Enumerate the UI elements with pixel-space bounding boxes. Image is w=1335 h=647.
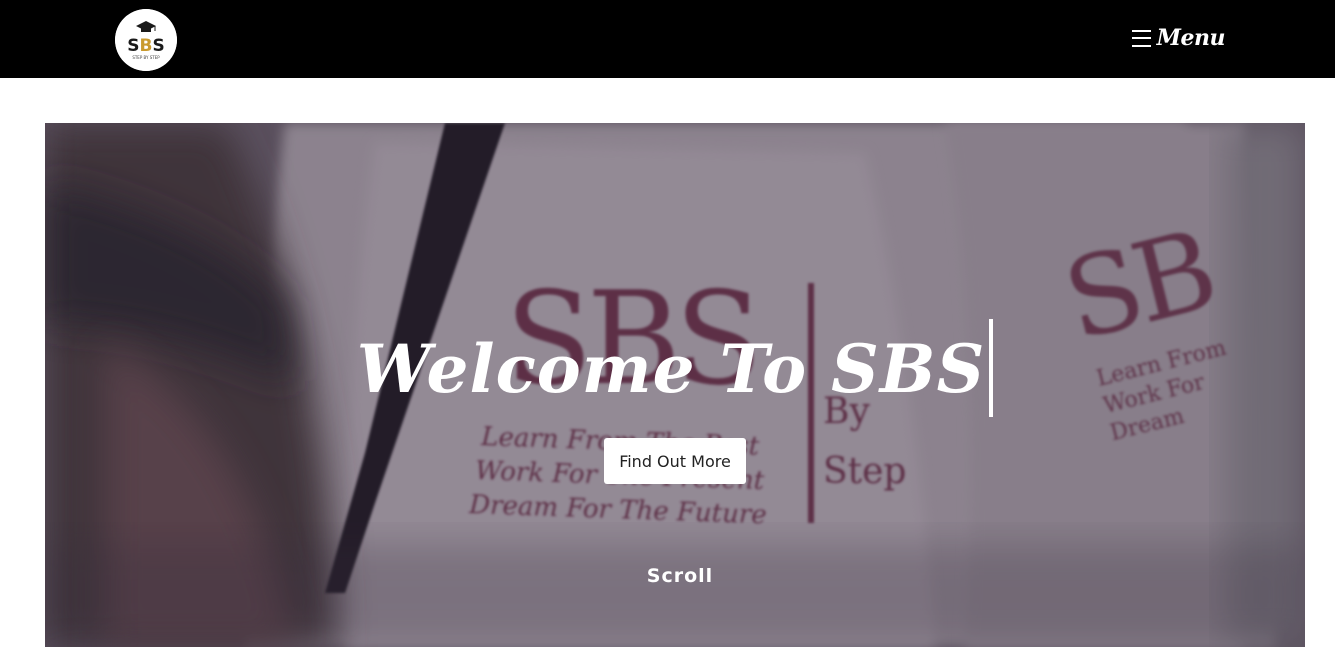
hero-title: Welcome To SBS [45, 319, 1305, 419]
menu-button[interactable]: Menu [1131, 20, 1226, 56]
scroll-link[interactable]: Scroll [45, 565, 1305, 587]
typing-cursor [989, 319, 994, 417]
menu-label: Menu [1156, 25, 1226, 51]
find-out-more-button[interactable]: Find Out More [604, 438, 746, 484]
top-navbar: SBS STEP BY STEP Menu [0, 0, 1335, 78]
hero-banner: SBS By Step Learn From The Past Work For… [45, 123, 1305, 647]
hamburger-menu-icon [1131, 29, 1151, 47]
logo-tagline: STEP BY STEP [132, 55, 160, 60]
svg-text:SBS: SBS [127, 36, 164, 56]
site-logo[interactable]: SBS STEP BY STEP [115, 9, 177, 71]
hero-title-text: Welcome To SBS [356, 330, 986, 408]
logo-graphic: SBS STEP BY STEP [115, 9, 177, 71]
